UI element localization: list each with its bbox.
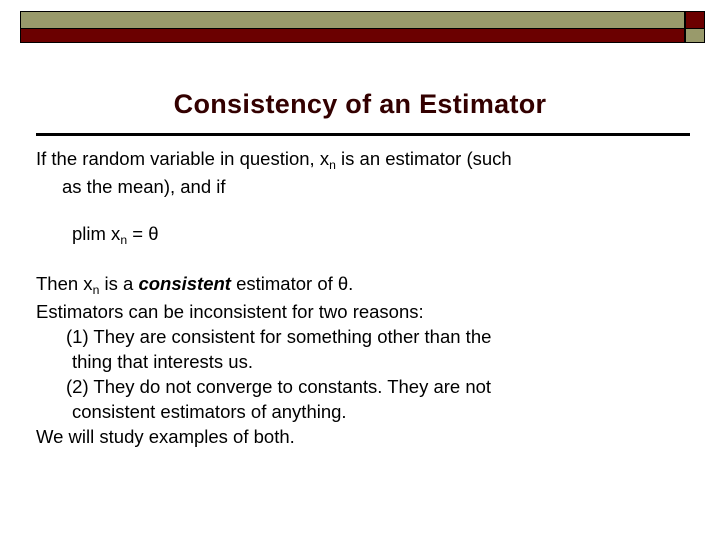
reason-two-line1: (2) They do not converge to constants. T… [66,376,492,397]
banner-maroon-bar [20,29,685,43]
intro-paragraph: If the random variable in question, xn i… [36,146,684,199]
decorative-banner [20,11,705,43]
equation-suffix: = θ [127,223,159,244]
reason-one-line1: (1) They are consistent for something ot… [66,326,492,347]
plim-equation: plim xn = θ [36,221,704,249]
then-mid: is a [99,273,139,294]
consistent-emphasis: consistent [138,273,231,294]
then-subscript-n: n [92,282,100,297]
equation-subscript-n: n [120,232,128,247]
slide-canvas: Consistency of an Estimator If the rando… [0,0,720,540]
reasons-intro-line: Estimators can be inconsistent for two r… [36,301,424,322]
intro-subscript-n: n [329,157,336,172]
reason-two-line2: consistent estimators of anything. [72,401,347,422]
slide-body: If the random variable in question, xn i… [36,146,704,449]
reason-one: (1) They are consistent for something ot… [36,324,704,374]
slide-title: Consistency of an Estimator [173,89,547,119]
then-suffix: estimator of θ. [230,273,354,294]
banner-olive-square [685,29,705,43]
intro-line1-start: If the random variable in question, x [36,148,330,169]
banner-maroon-square [685,11,705,29]
reason-one-line2: thing that interests us. [72,351,253,372]
intro-line2: as the mean), and if [62,176,226,197]
then-prefix: Then x [36,273,93,294]
equation-prefix: plim x [72,223,121,244]
then-statement: Then xn is a consistent estimator of θ. [36,271,704,299]
closing-line: We will study examples of both. [36,426,295,447]
banner-olive-bar [20,11,685,29]
reason-two: (2) They do not converge to constants. T… [36,374,704,424]
title-divider [36,133,690,136]
intro-line1-rest: is an estimator (such [335,148,512,169]
